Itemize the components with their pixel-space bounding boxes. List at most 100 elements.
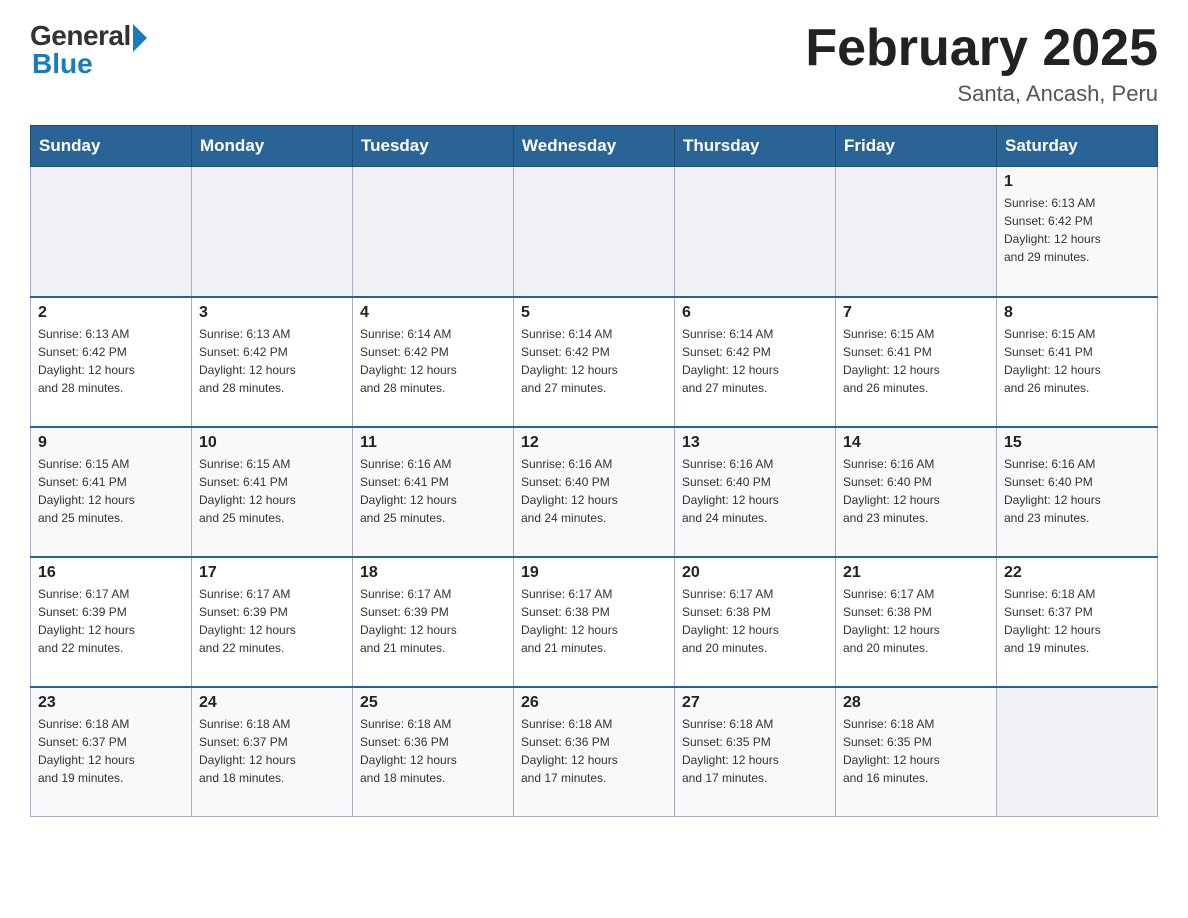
calendar-cell: 24Sunrise: 6:18 AM Sunset: 6:37 PM Dayli… xyxy=(192,687,353,817)
day-info: Sunrise: 6:13 AM Sunset: 6:42 PM Dayligh… xyxy=(38,325,184,397)
day-number: 7 xyxy=(843,304,989,322)
calendar-cell: 13 Sunrise: 6:16 AM Sunset: 6:40 PM Dayli… xyxy=(675,427,836,557)
calendar-cell: 21 Sunrise: 6:17 AM Sunset: 6:38 PM Dayli… xyxy=(836,557,997,687)
header-saturday: Saturday xyxy=(997,126,1158,167)
day-info: Sunrise: 6:17 AM Sunset: 6:38 PM Dayligh… xyxy=(843,585,989,657)
day-number: 18 xyxy=(360,564,506,582)
day-number: 21 xyxy=(843,564,989,582)
calendar-week-row: 23 Sunrise: 6:18 AM Sunset: 6:37 PM Dayli… xyxy=(31,687,1158,817)
calendar-cell: 27 Sunrise: 6:18 AM Sunset: 6:35 PM Dayli… xyxy=(675,687,836,817)
calendar-table: SundayMondayTuesdayWednesdayThursdayFrid… xyxy=(30,125,1158,817)
calendar-cell xyxy=(836,167,997,297)
page-header: General Blue February 2025 Santa, Ancash… xyxy=(30,20,1158,107)
day-number: 26 xyxy=(521,694,667,712)
day-info: Sunrise: 6:17 AM Sunset: 6:39 PM Dayligh… xyxy=(38,585,184,657)
calendar-cell: 11 Sunrise: 6:16 AM Sunset: 6:41 PM Dayli… xyxy=(353,427,514,557)
month-title: February 2025 xyxy=(805,20,1158,77)
day-info: Sunrise: 6:15 AM Sunset: 6:41 PM Dayligh… xyxy=(38,455,184,527)
title-block: February 2025 Santa, Ancash, Peru xyxy=(805,20,1158,107)
calendar-cell: 22 Sunrise: 6:18 AM Sunset: 6:37 PM Dayli… xyxy=(997,557,1158,687)
day-info: Sunrise: 6:17 AM Sunset: 6:38 PM Dayligh… xyxy=(521,585,667,657)
day-info: Sunrise: 6:16 AM Sunset: 6:40 PM Dayligh… xyxy=(682,455,828,527)
day-info: Sunrise: 6:18 AM Sunset: 6:35 PM Dayligh… xyxy=(843,715,989,787)
logo-blue-text: Blue xyxy=(32,48,93,80)
day-info: Sunrise: 6:18 AM Sunset: 6:37 PM Dayligh… xyxy=(1004,585,1150,657)
day-number: 13 xyxy=(682,434,828,452)
day-number: 22 xyxy=(1004,564,1150,582)
calendar-cell: 18 Sunrise: 6:17 AM Sunset: 6:39 PM Dayli… xyxy=(353,557,514,687)
day-info: Sunrise: 6:15 AM Sunset: 6:41 PM Dayligh… xyxy=(199,455,345,527)
day-number: 3 xyxy=(199,304,345,322)
day-number: 14 xyxy=(843,434,989,452)
calendar-header-row: SundayMondayTuesdayWednesdayThursdayFrid… xyxy=(31,126,1158,167)
logo: General Blue xyxy=(30,20,147,80)
calendar-cell: 8 Sunrise: 6:15 AM Sunset: 6:41 PM Daylig… xyxy=(997,297,1158,427)
day-info: Sunrise: 6:18 AM Sunset: 6:36 PM Dayligh… xyxy=(360,715,506,787)
day-number: 5 xyxy=(521,304,667,322)
day-info: Sunrise: 6:14 AM Sunset: 6:42 PM Dayligh… xyxy=(360,325,506,397)
day-number: 27 xyxy=(682,694,828,712)
calendar-cell: 20 Sunrise: 6:17 AM Sunset: 6:38 PM Dayli… xyxy=(675,557,836,687)
logo-arrow-icon xyxy=(133,24,147,52)
day-info: Sunrise: 6:16 AM Sunset: 6:40 PM Dayligh… xyxy=(521,455,667,527)
calendar-cell xyxy=(192,167,353,297)
day-info: Sunrise: 6:17 AM Sunset: 6:38 PM Dayligh… xyxy=(682,585,828,657)
calendar-cell: 16 Sunrise: 6:17 AM Sunset: 6:39 PM Dayli… xyxy=(31,557,192,687)
day-number: 4 xyxy=(360,304,506,322)
calendar-cell xyxy=(353,167,514,297)
header-wednesday: Wednesday xyxy=(514,126,675,167)
calendar-cell xyxy=(675,167,836,297)
calendar-cell: 14Sunrise: 6:16 AM Sunset: 6:40 PM Dayli… xyxy=(836,427,997,557)
day-number: 2 xyxy=(38,304,184,322)
day-number: 10 xyxy=(199,434,345,452)
day-number: 11 xyxy=(360,434,506,452)
day-info: Sunrise: 6:16 AM Sunset: 6:41 PM Dayligh… xyxy=(360,455,506,527)
calendar-week-row: 16 Sunrise: 6:17 AM Sunset: 6:39 PM Dayli… xyxy=(31,557,1158,687)
day-info: Sunrise: 6:17 AM Sunset: 6:39 PM Dayligh… xyxy=(199,585,345,657)
calendar-cell: 26 Sunrise: 6:18 AM Sunset: 6:36 PM Dayli… xyxy=(514,687,675,817)
day-number: 17 xyxy=(199,564,345,582)
day-number: 28 xyxy=(843,694,989,712)
day-number: 9 xyxy=(38,434,184,452)
day-info: Sunrise: 6:13 AM Sunset: 6:42 PM Dayligh… xyxy=(1004,194,1150,266)
calendar-cell xyxy=(31,167,192,297)
day-number: 25 xyxy=(360,694,506,712)
header-friday: Friday xyxy=(836,126,997,167)
day-info: Sunrise: 6:14 AM Sunset: 6:42 PM Dayligh… xyxy=(682,325,828,397)
calendar-cell: 10 Sunrise: 6:15 AM Sunset: 6:41 PM Dayli… xyxy=(192,427,353,557)
calendar-cell: 6 Sunrise: 6:14 AM Sunset: 6:42 PM Daylig… xyxy=(675,297,836,427)
calendar-cell xyxy=(514,167,675,297)
header-tuesday: Tuesday xyxy=(353,126,514,167)
calendar-cell: 23 Sunrise: 6:18 AM Sunset: 6:37 PM Dayli… xyxy=(31,687,192,817)
calendar-cell: 15Sunrise: 6:16 AM Sunset: 6:40 PM Dayli… xyxy=(997,427,1158,557)
calendar-cell: 12 Sunrise: 6:16 AM Sunset: 6:40 PM Dayli… xyxy=(514,427,675,557)
calendar-cell: 3Sunrise: 6:13 AM Sunset: 6:42 PM Daylig… xyxy=(192,297,353,427)
calendar-cell: 28 Sunrise: 6:18 AM Sunset: 6:35 PM Dayli… xyxy=(836,687,997,817)
day-info: Sunrise: 6:18 AM Sunset: 6:35 PM Dayligh… xyxy=(682,715,828,787)
day-info: Sunrise: 6:18 AM Sunset: 6:37 PM Dayligh… xyxy=(38,715,184,787)
calendar-cell: 7Sunrise: 6:15 AM Sunset: 6:41 PM Daylig… xyxy=(836,297,997,427)
calendar-cell: 5 Sunrise: 6:14 AM Sunset: 6:42 PM Daylig… xyxy=(514,297,675,427)
header-monday: Monday xyxy=(192,126,353,167)
day-number: 23 xyxy=(38,694,184,712)
day-info: Sunrise: 6:15 AM Sunset: 6:41 PM Dayligh… xyxy=(1004,325,1150,397)
day-info: Sunrise: 6:18 AM Sunset: 6:36 PM Dayligh… xyxy=(521,715,667,787)
calendar-cell: 4 Sunrise: 6:14 AM Sunset: 6:42 PM Daylig… xyxy=(353,297,514,427)
day-info: Sunrise: 6:14 AM Sunset: 6:42 PM Dayligh… xyxy=(521,325,667,397)
calendar-cell: 19 Sunrise: 6:17 AM Sunset: 6:38 PM Dayli… xyxy=(514,557,675,687)
day-number: 6 xyxy=(682,304,828,322)
calendar-week-row: 2 Sunrise: 6:13 AM Sunset: 6:42 PM Daylig… xyxy=(31,297,1158,427)
day-info: Sunrise: 6:17 AM Sunset: 6:39 PM Dayligh… xyxy=(360,585,506,657)
location-subtitle: Santa, Ancash, Peru xyxy=(805,81,1158,107)
day-number: 19 xyxy=(521,564,667,582)
header-thursday: Thursday xyxy=(675,126,836,167)
header-sunday: Sunday xyxy=(31,126,192,167)
calendar-cell: 2 Sunrise: 6:13 AM Sunset: 6:42 PM Daylig… xyxy=(31,297,192,427)
calendar-week-row: 1 Sunrise: 6:13 AM Sunset: 6:42 PM Daylig… xyxy=(31,167,1158,297)
day-number: 12 xyxy=(521,434,667,452)
day-number: 1 xyxy=(1004,173,1150,191)
day-number: 8 xyxy=(1004,304,1150,322)
day-number: 16 xyxy=(38,564,184,582)
day-number: 20 xyxy=(682,564,828,582)
day-info: Sunrise: 6:18 AM Sunset: 6:37 PM Dayligh… xyxy=(199,715,345,787)
